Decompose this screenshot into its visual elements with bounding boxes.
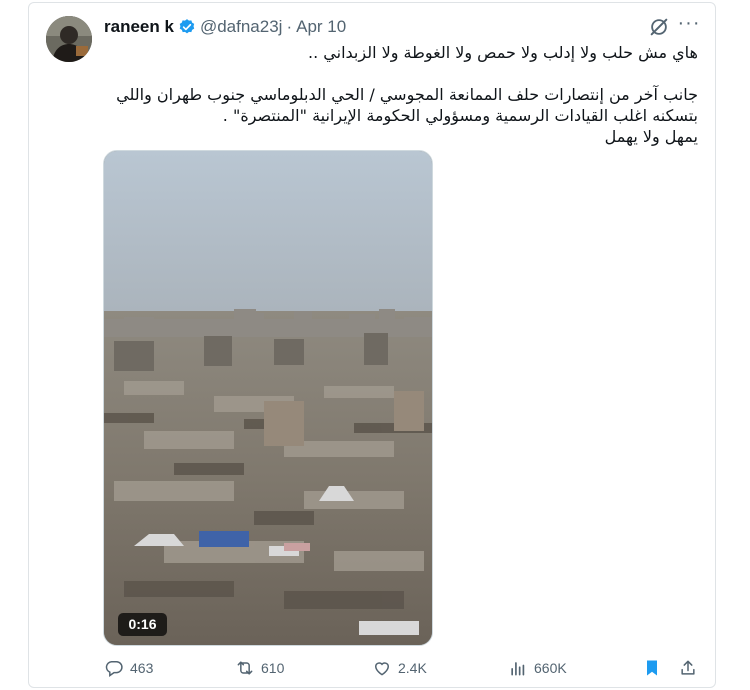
bookmark-icon <box>647 660 657 676</box>
tweet-header: raneen k @dafna23j · Apr 10 <box>104 16 346 38</box>
video-thumbnail <box>104 151 432 645</box>
separator-dot: · <box>286 17 293 36</box>
views-icon <box>511 662 525 676</box>
reply-button[interactable]: 463 <box>104 654 153 682</box>
repost-button[interactable]: 610 <box>235 654 284 682</box>
share-button[interactable] <box>678 654 704 682</box>
grok-icon[interactable] <box>648 16 670 38</box>
avatar[interactable] <box>46 16 92 62</box>
action-bar: 463 610 2.4K 660K <box>100 654 700 682</box>
like-icon <box>374 662 390 676</box>
video-player[interactable] <box>103 150 433 646</box>
author-handle[interactable]: @dafna23j <box>200 17 283 37</box>
bookmark-button[interactable] <box>642 654 668 682</box>
video-duration: 0:16 <box>118 613 167 636</box>
views-button[interactable]: 660K <box>508 654 567 682</box>
reply-count: 463 <box>130 660 154 676</box>
tweet-text-blank <box>104 63 698 84</box>
tweet-date[interactable]: Apr 10 <box>296 17 346 37</box>
tweet-text-line: جانب آخر من إنتصارات حلف الممانعة المجوس… <box>116 85 698 104</box>
tweet-text-line: هاي مش حلب ولا إدلب ولا حمص ولا الغوطة و… <box>308 43 698 62</box>
tweet-text: هاي مش حلب ولا إدلب ولا حمص ولا الغوطة و… <box>104 42 698 147</box>
repost-icon <box>237 661 253 675</box>
like-button[interactable]: 2.4K <box>372 654 427 682</box>
more-icon[interactable]: ··· <box>676 10 702 36</box>
repost-count: 610 <box>261 660 285 676</box>
tweet-text-line: بتسكنه اغلب القيادات الرسمية ومسؤولي الح… <box>222 106 698 125</box>
share-icon <box>681 660 695 675</box>
reply-icon <box>105 661 123 677</box>
author-name[interactable]: raneen k <box>104 17 174 37</box>
tweet-text-line: يمهل ولا يهمل <box>604 127 698 146</box>
verified-badge-icon <box>178 18 196 36</box>
like-count: 2.4K <box>398 660 427 676</box>
views-count: 660K <box>534 660 567 676</box>
